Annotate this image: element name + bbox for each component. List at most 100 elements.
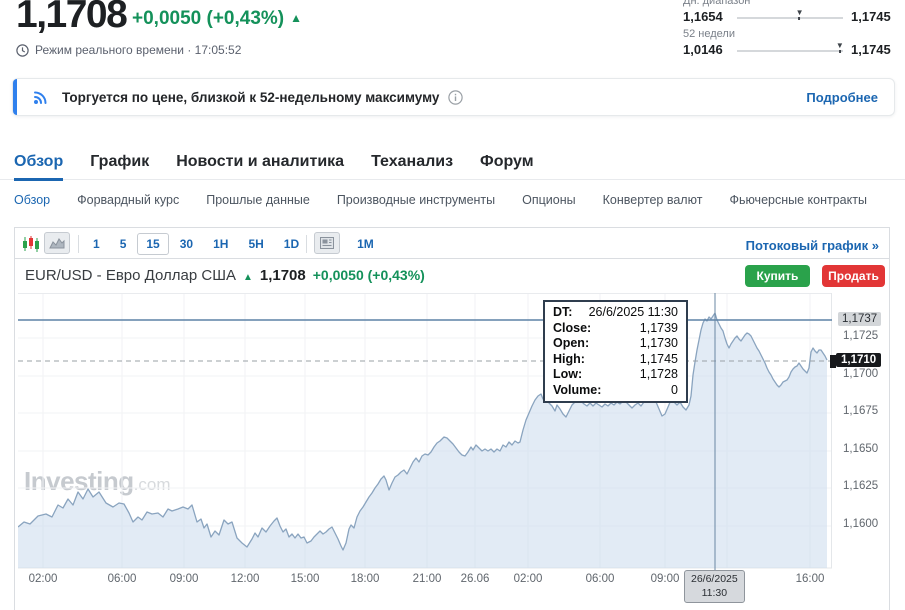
weeks52-range-track: ▼ [737,50,843,52]
interval-5[interactable]: 5 [111,233,136,255]
interval-1H[interactable]: 1H [204,233,237,255]
subtab-Форвардный курс[interactable]: Форвардный курс [77,193,179,207]
page: 1,1708 +0,0050 (+0,43%) ▲ Режим реального… [0,0,905,610]
tooltip-label: Low: [553,367,582,383]
weeks52-range-high: 1,1745 [851,42,891,57]
y-axis-label: 1,1737 [838,312,881,326]
x-axis-label: 12:00 [231,573,260,585]
tooltip-label: Close: [553,321,591,337]
tab-График[interactable]: График [90,146,149,180]
interval-1M[interactable]: 1M [348,233,383,255]
toolbar-divider [14,258,890,259]
chart-up-arrow-icon: ▲ [243,272,253,283]
main-tabs: Обзор График Новости и аналитика Теханализ Ф… [0,146,905,180]
tooltip-row: Volume: 0 [553,383,678,399]
y-axis-label: 1,1700 [843,368,878,380]
chart-title-row: EUR/USD - Евро Доллар США ▲ 1,1708 +0,00… [25,267,425,284]
tooltip-row: Low: 1,1728 [553,367,678,383]
tab-Теханализ[interactable]: Теханализ [371,146,453,180]
crosshair-time: 11:30 [691,587,738,601]
tab-Новости и аналитика[interactable]: Новости и аналитика [176,146,344,180]
tooltip-row: Close: 1,1739 [553,321,678,337]
subtab-Фьючерсные контракты[interactable]: Фьючерсные контракты [729,193,867,207]
weeks52-range-label: 52 недели [683,28,735,40]
price-change-value: +0,0050 (+0,43%) [132,8,284,29]
price-chart[interactable] [18,293,832,572]
crosshair-date: 26/6/2025 [691,573,738,587]
realtime-status: Режим реального времени · 17:05:52 [16,43,241,57]
y-axis-label: 1,1625 [843,480,878,492]
daily-range-low: 1,1654 [683,9,723,24]
tab-Обзор[interactable]: Обзор [14,146,63,180]
tooltip-row: DT: 26/6/2025 11:30 [553,305,678,321]
tooltip-label: Volume: [553,383,601,399]
daily-range-marker: ▼ [796,9,804,20]
alert-accent-bar [13,79,17,115]
subtab-Производные инструменты[interactable]: Производные инструменты [337,193,495,207]
sub-tabs: Обзор Форвардный курс Прошлые данные Произв… [14,188,867,212]
tooltip-label: DT: [553,305,572,321]
x-axis-label: 26.06 [461,573,490,585]
crosshair-date-badge: 26/6/2025 11:30 [684,570,745,603]
chart-price: 1,1708 [260,267,306,284]
interval-1D[interactable]: 1D [275,233,308,255]
chart-tooltip: DT: 26/6/2025 11:30Close: 1,1739 Open: 1,173… [543,300,688,403]
info-icon[interactable] [448,90,463,105]
interval-1[interactable]: 1 [84,233,109,255]
streaming-chart-link[interactable]: Потоковый график » [746,238,879,253]
y-axis-label: 1,1600 [843,518,878,530]
news-panel-icon[interactable] [314,232,340,254]
x-axis-label: 15:00 [291,573,320,585]
last-price-edge-marker [830,355,836,368]
area-chart-icon[interactable] [44,232,70,254]
sell-button[interactable]: Продать [822,265,885,287]
subtab-Прошлые данные[interactable]: Прошлые данные [206,193,310,207]
buy-button[interactable]: Купить [745,265,810,287]
up-arrow-icon: ▲ [290,11,302,25]
x-axis-label: 09:00 [651,573,680,585]
tooltip-value: 0 [671,383,678,399]
interval-5H[interactable]: 5H [239,233,272,255]
tooltip-value: 1,1728 [640,367,678,383]
chart-instrument-title: EUR/USD - Евро Доллар США [25,267,236,284]
x-axis-label: 06:00 [108,573,137,585]
streaming-icon [32,88,50,106]
subtab-Конвертер валют[interactable]: Конвертер валют [603,193,703,207]
tooltip-value: 1,1730 [640,336,678,352]
price-change: +0,0050 (+0,43%) ▲ [132,8,302,30]
y-axis-label: 1,1725 [843,330,878,342]
current-price: 1,1708 [16,0,126,37]
x-axis-label: 02:00 [29,573,58,585]
daily-range-label: Дн. диапазон [683,0,750,7]
y-axis-label: 1,1675 [843,405,878,417]
x-axis-label: 16:00 [796,573,825,585]
tooltip-value: 1,1745 [640,352,678,368]
tooltip-label: High: [553,352,585,368]
tooltip-row: Open: 1,1730 [553,336,678,352]
tab-Форум[interactable]: Форум [480,146,534,180]
tooltip-value: 1,1739 [640,321,678,337]
weeks52-range-low: 1,0146 [683,42,723,57]
subtab-Опционы[interactable]: Опционы [522,193,575,207]
daily-range-high: 1,1745 [851,9,891,24]
x-axis-label: 06:00 [586,573,615,585]
interval-15[interactable]: 15 [137,233,168,255]
x-axis-label: 02:00 [514,573,543,585]
x-axis-label: 21:00 [413,573,442,585]
alert-more-link[interactable]: Подробнее [806,90,878,105]
y-axis-label: 1,1710 [836,353,881,367]
x-axis-label: 09:00 [170,573,199,585]
candlestick-chart-icon[interactable] [22,235,40,253]
interval-30[interactable]: 30 [171,233,202,255]
clock-icon [16,44,29,57]
tooltip-row: High: 1,1745 [553,352,678,368]
tooltip-value: 26/6/2025 11:30 [589,305,678,321]
x-axis-label: 18:00 [351,573,380,585]
weeks52-range-marker: ▼ [836,42,844,53]
daily-range-track: ▼ [737,17,843,19]
subtab-Обзор[interactable]: Обзор [14,193,50,207]
tooltip-label: Open: [553,336,589,352]
chart-change: +0,0050 (+0,43%) [313,267,425,283]
y-axis-label: 1,1650 [843,443,878,455]
alert-text: Торгуется по цене, близкой к 52-недельно… [62,90,439,105]
